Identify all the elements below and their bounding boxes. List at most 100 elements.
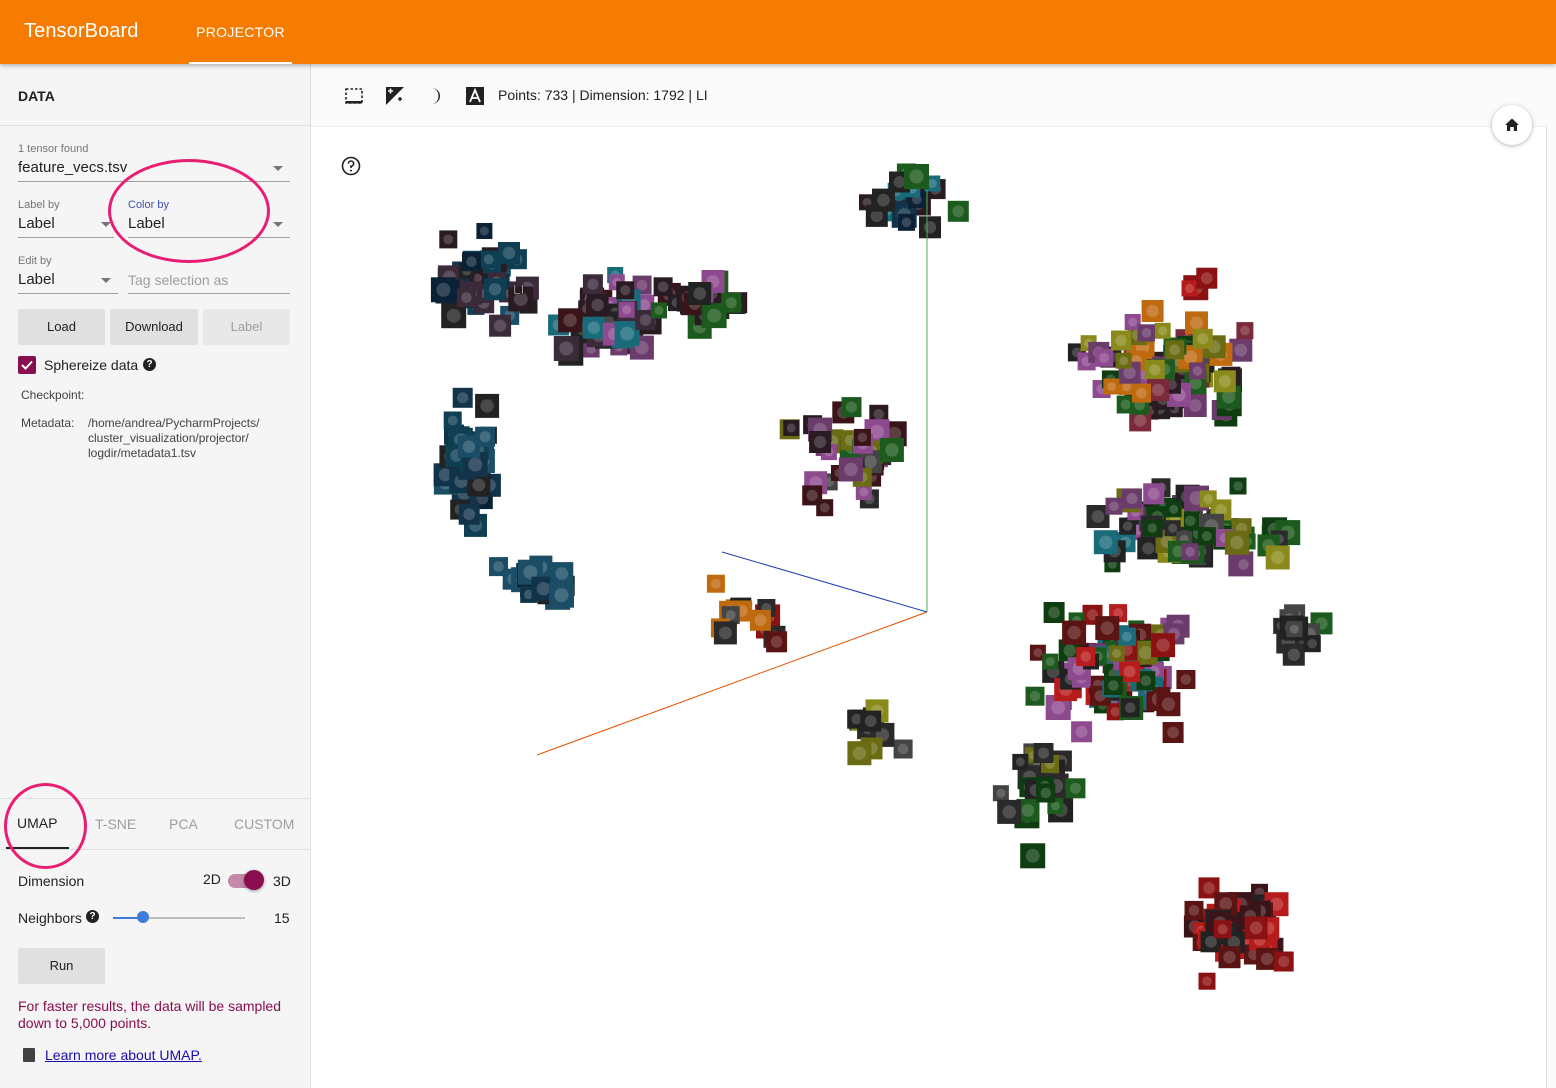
embedding-point-thumbnail[interactable]	[1218, 946, 1241, 969]
embedding-point-thumbnail[interactable]	[1199, 490, 1217, 508]
embedding-point-thumbnail[interactable]	[1143, 483, 1165, 505]
embedding-point-thumbnail[interactable]	[1065, 778, 1086, 799]
embedding-point-thumbnail[interactable]	[1132, 383, 1151, 403]
embedding-point-thumbnail[interactable]	[1286, 621, 1303, 638]
embedding-point-thumbnail[interactable]	[1244, 916, 1268, 940]
embedding-point-thumbnail[interactable]	[549, 582, 574, 608]
download-button[interactable]: Download	[110, 309, 198, 345]
tab-pca[interactable]: PCA	[169, 816, 198, 832]
embedding-point-thumbnail[interactable]	[1181, 280, 1198, 297]
learn-more-link[interactable]: Learn more about UMAP.	[45, 1047, 202, 1063]
embedding-point-thumbnail[interactable]	[1273, 951, 1294, 972]
embedding-point-thumbnail[interactable]	[1165, 501, 1182, 518]
embedding-point-thumbnail[interactable]	[879, 438, 904, 462]
embedding-point-thumbnail[interactable]	[853, 428, 871, 446]
embedding-point-thumbnail[interactable]	[553, 336, 579, 361]
embedding-point-thumbnail[interactable]	[1117, 627, 1136, 646]
embedding-point-thumbnail[interactable]	[1265, 545, 1290, 570]
embedding-point-thumbnail[interactable]	[439, 230, 458, 249]
embedding-point-thumbnail[interactable]	[1111, 330, 1131, 351]
embedding-point-thumbnail[interactable]	[816, 499, 834, 517]
embedding-point-thumbnail[interactable]	[1181, 543, 1199, 561]
embedding-point-thumbnail[interactable]	[1144, 359, 1165, 380]
slider-knob[interactable]	[137, 911, 149, 923]
embedding-point-thumbnail[interactable]	[476, 223, 493, 239]
embedding-point-thumbnail[interactable]	[893, 739, 913, 759]
embedding-point-thumbnail[interactable]	[1115, 352, 1132, 369]
embedding-point-thumbnail[interactable]	[1025, 686, 1045, 706]
embedding-point-thumbnail[interactable]	[1213, 370, 1236, 393]
sphereize-checkbox[interactable]	[18, 356, 36, 374]
embedding-point-thumbnail[interactable]	[1156, 692, 1181, 717]
embedding-point-thumbnail[interactable]	[489, 557, 508, 577]
embedding-point-thumbnail[interactable]	[582, 316, 605, 339]
embedding-point-thumbnail[interactable]	[498, 242, 520, 264]
embedding-point-thumbnail[interactable]	[558, 308, 583, 333]
embedding-point-thumbnail[interactable]	[452, 387, 473, 408]
embedding-point-thumbnail[interactable]	[1095, 348, 1114, 367]
embedding-point-thumbnail[interactable]	[1189, 362, 1206, 380]
embedding-point-thumbnail[interactable]	[616, 281, 635, 300]
embedding-point-thumbnail[interactable]	[1229, 477, 1247, 495]
embedding-point-thumbnail[interactable]	[1213, 920, 1232, 939]
label-icon[interactable]	[465, 86, 485, 106]
scrollbar[interactable]	[1546, 126, 1556, 1088]
embedding-point-thumbnail[interactable]	[1042, 653, 1059, 670]
embedding-point-thumbnail[interactable]	[1012, 753, 1029, 770]
embedding-point-thumbnail[interactable]	[706, 574, 725, 593]
embedding-point-thumbnail[interactable]	[713, 621, 737, 645]
select-rectangle-icon[interactable]	[344, 86, 364, 106]
help-icon[interactable]: ?	[86, 910, 99, 923]
embedding-point-thumbnail[interactable]	[456, 288, 476, 308]
embedding-point-thumbnail[interactable]	[809, 431, 832, 453]
embedding-point-thumbnail[interactable]	[462, 252, 481, 272]
embedding-point-thumbnail[interactable]	[1165, 340, 1185, 360]
embedding-point-thumbnail[interactable]	[1197, 527, 1216, 546]
embedding-point-thumbnail[interactable]	[1071, 721, 1093, 743]
embedding-point-thumbnail[interactable]	[860, 710, 882, 732]
embedding-point-thumbnail[interactable]	[443, 411, 462, 430]
embedding-point-thumbnail[interactable]	[1234, 555, 1253, 575]
run-button[interactable]: Run	[18, 948, 105, 984]
embedding-point-thumbnail[interactable]	[1236, 322, 1254, 340]
tab-custom[interactable]: CUSTOM	[234, 816, 294, 832]
embedding-point-thumbnail[interactable]	[582, 274, 603, 295]
embedding-point-thumbnail[interactable]	[688, 282, 712, 305]
embedding-point-thumbnail[interactable]	[898, 213, 915, 231]
embedding-point-thumbnail[interactable]	[841, 397, 862, 418]
embedding-point-thumbnail[interactable]	[1229, 338, 1253, 362]
embedding-point-thumbnail[interactable]	[1198, 972, 1216, 990]
embedding-point-thumbnail[interactable]	[783, 420, 800, 436]
embedding-point-thumbnail[interactable]	[653, 277, 673, 297]
embedding-point-thumbnail[interactable]	[1076, 647, 1096, 667]
embedding-point-thumbnail[interactable]	[1108, 645, 1125, 662]
embedding-point-thumbnail[interactable]	[1043, 602, 1065, 623]
embedding-point-thumbnail[interactable]	[919, 216, 941, 239]
embedding-point-thumbnail[interactable]	[1138, 324, 1155, 342]
embedding-point-thumbnail[interactable]	[458, 503, 480, 525]
embedding-point-thumbnail[interactable]	[838, 457, 863, 482]
tab-projector[interactable]: PROJECTOR	[189, 0, 292, 64]
embedding-point-thumbnail[interactable]	[479, 250, 498, 269]
help-icon[interactable]: ?	[143, 358, 156, 371]
embedding-point-thumbnail[interactable]	[489, 314, 512, 337]
embedding-point-thumbnail[interactable]	[1120, 698, 1140, 718]
embedding-point-thumbnail[interactable]	[766, 631, 788, 653]
embedding-point-thumbnail[interactable]	[1184, 900, 1204, 920]
embedding-point-thumbnail[interactable]	[947, 200, 969, 222]
night-mode-icon[interactable]	[385, 86, 405, 106]
embedding-point-thumbnail[interactable]	[1103, 676, 1123, 695]
embedding-point-thumbnail[interactable]	[475, 393, 500, 418]
embedding-point-thumbnail[interactable]	[1103, 378, 1120, 395]
embedding-point-thumbnail[interactable]	[1192, 328, 1213, 349]
tab-tsne[interactable]: T-SNE	[95, 816, 136, 832]
embedding-point-thumbnail[interactable]	[1036, 783, 1056, 803]
load-button[interactable]: Load	[18, 309, 105, 345]
embedding-point-thumbnail[interactable]	[1282, 643, 1305, 666]
embedding-point-thumbnail[interactable]	[430, 277, 456, 303]
embedding-point-thumbnail[interactable]	[997, 799, 1022, 824]
embedding-point-thumbnail[interactable]	[550, 562, 574, 586]
embedding-point-thumbnail[interactable]	[1154, 322, 1171, 339]
embedding-point-thumbnail[interactable]	[847, 741, 872, 766]
embedding-point-thumbnail[interactable]	[749, 609, 771, 631]
